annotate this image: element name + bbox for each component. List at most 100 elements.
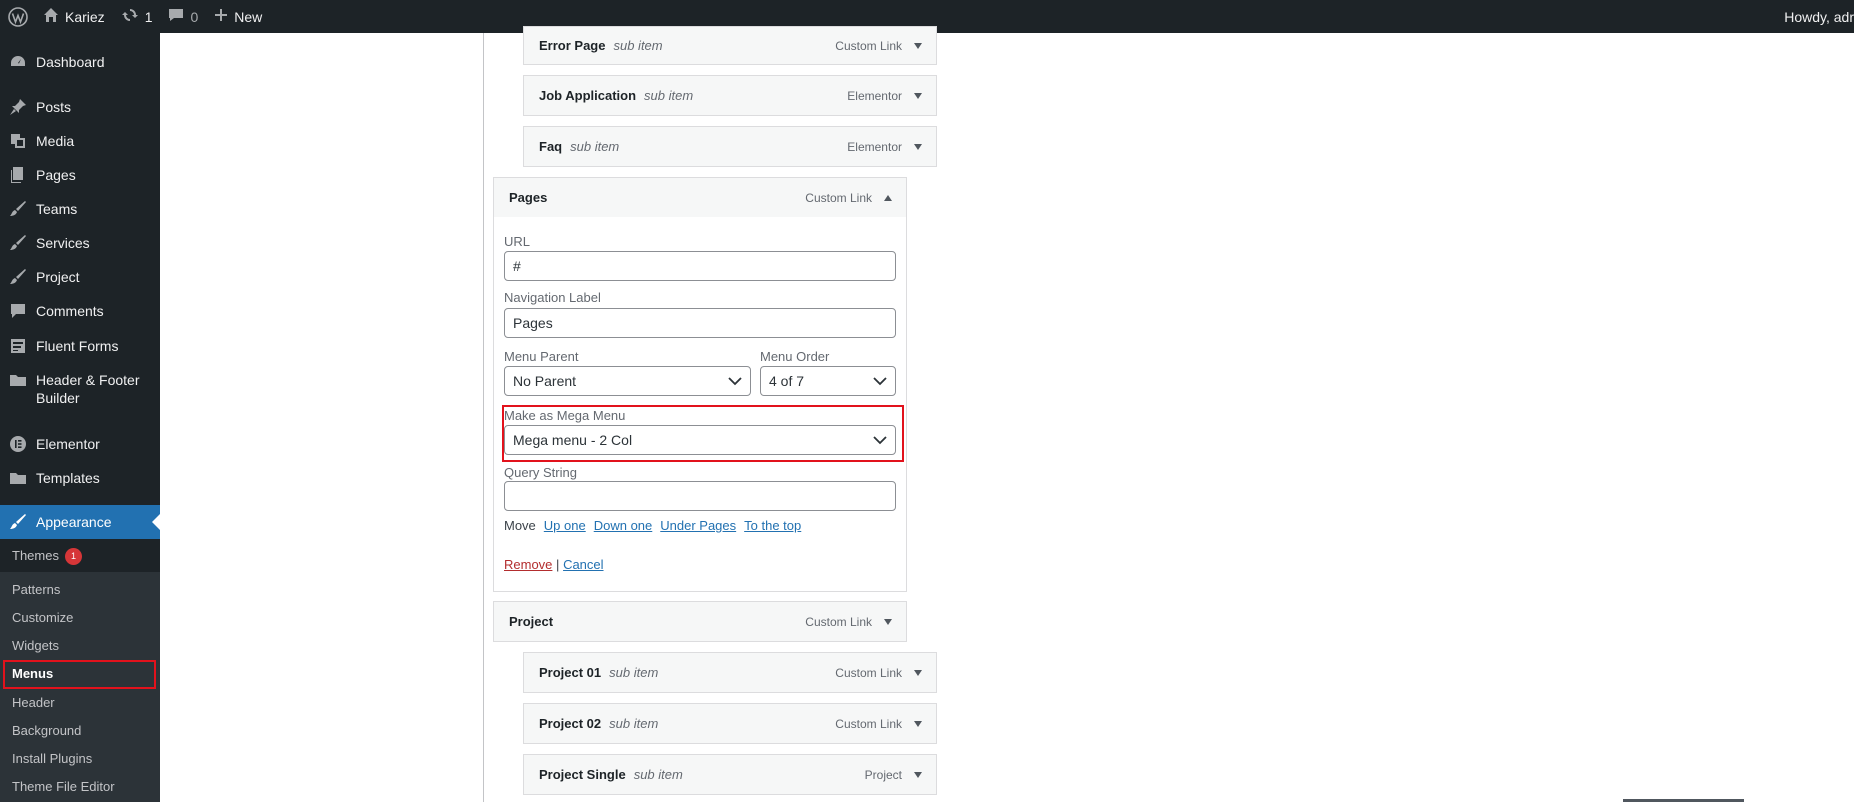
sidebar-item-label: Comments <box>36 303 104 319</box>
forms-icon <box>0 337 36 355</box>
submenu-item-label: Install Plugins <box>12 751 93 766</box>
menu-item-project-single[interactable]: Project Single sub item Project <box>523 754 937 795</box>
submenu-item-themes[interactable]: Themes 1 <box>12 547 82 565</box>
sidebar-item-pages[interactable]: Pages <box>0 166 160 184</box>
site-name-link[interactable]: Kariez <box>35 0 113 33</box>
submenu-item-theme-file-editor[interactable]: Theme File Editor <box>12 778 115 796</box>
sidebar-item-templates[interactable]: Templates <box>0 469 160 487</box>
move-to-top-link[interactable]: To the top <box>744 518 801 533</box>
move-under-pages-link[interactable]: Under Pages <box>660 518 736 533</box>
query-string-input[interactable] <box>504 481 896 511</box>
sidebar-item-dashboard[interactable]: Dashboard <box>0 53 160 71</box>
howdy-text: Howdy, adr <box>1784 8 1854 25</box>
sidebar-item-label: Appearance <box>36 514 112 530</box>
url-label: URL <box>504 234 531 249</box>
menus-highlight-box <box>3 660 156 689</box>
menu-item-sub-label: sub item <box>613 38 663 53</box>
expand-toggle-icon[interactable] <box>884 618 892 625</box>
sidebar-item-appearance[interactable]: Appearance <box>0 505 160 539</box>
remove-link[interactable]: Remove <box>504 557 552 572</box>
updates-count: 1 <box>144 8 153 25</box>
new-content-link[interactable]: New <box>206 0 270 33</box>
submenu-item-header[interactable]: Header <box>12 694 55 712</box>
url-value: # <box>513 258 521 274</box>
submenu-item-patterns[interactable]: Patterns <box>12 581 60 599</box>
comments-count: 0 <box>190 8 199 25</box>
menu-item-type: Project <box>864 767 902 782</box>
pages-icon <box>0 166 36 184</box>
expand-toggle-icon[interactable] <box>914 720 922 727</box>
expand-toggle-icon[interactable] <box>914 143 922 150</box>
comment-icon <box>0 302 36 320</box>
menu-item-faq[interactable]: Faq sub item Elementor <box>523 126 937 167</box>
submenu-item-widgets[interactable]: Widgets <box>12 637 59 655</box>
sidebar-item-label: Header & Footer Builder <box>36 372 140 406</box>
current-menu-arrow <box>152 514 160 530</box>
sidebar-item-project[interactable]: Project <box>0 268 160 286</box>
move-down-one-link[interactable]: Down one <box>594 518 653 533</box>
refresh-icon <box>121 7 139 26</box>
menu-order-value: 4 of 7 <box>769 373 805 389</box>
folder-icon <box>0 371 36 389</box>
menu-item-title: Project <box>509 614 554 629</box>
menu-order-select[interactable]: 4 of 7 <box>760 366 896 396</box>
menu-item-project[interactable]: Project Custom Link <box>493 601 907 642</box>
wordpress-logo-icon[interactable] <box>0 0 35 33</box>
submenu-item-customize[interactable]: Customize <box>12 609 73 627</box>
expand-toggle-icon[interactable] <box>914 42 922 49</box>
sidebar-item-comments[interactable]: Comments <box>0 302 160 320</box>
expand-toggle-icon[interactable] <box>914 669 922 676</box>
sidebar-item-media[interactable]: Media <box>0 132 160 150</box>
sidebar-item-posts[interactable]: Posts <box>0 98 160 116</box>
sidebar-item-teams[interactable]: Teams <box>0 200 160 218</box>
menu-item-project-02[interactable]: Project 02 sub item Custom Link <box>523 703 937 744</box>
menu-parent-select[interactable]: No Parent <box>504 366 751 396</box>
menu-item-type: Custom Link <box>835 665 902 680</box>
collapse-toggle-icon[interactable] <box>884 194 892 201</box>
comments-link[interactable]: 0 <box>160 0 206 33</box>
admin-sidebar: Dashboard Posts Media Pages Teams Servic… <box>0 33 160 802</box>
submenu-item-background[interactable]: Background <box>12 722 81 740</box>
expand-toggle-icon[interactable] <box>914 92 922 99</box>
menu-item-error-page[interactable]: Error Page sub item Custom Link <box>523 26 937 65</box>
url-input[interactable]: # <box>504 251 896 281</box>
move-up-one-link[interactable]: Up one <box>544 518 586 533</box>
item-actions-row: Remove | Cancel <box>504 557 604 572</box>
navigation-label-input[interactable]: Pages <box>504 308 896 338</box>
menu-order-label: Menu Order <box>760 349 830 364</box>
menu-item-sub-label: sub item <box>633 767 683 782</box>
updates-link[interactable]: 1 <box>113 0 161 33</box>
home-icon <box>43 7 59 26</box>
chevron-down-icon <box>728 373 742 389</box>
menu-item-pages[interactable]: Pages Custom Link <box>493 177 907 218</box>
menu-item-title: Pages <box>509 190 548 205</box>
move-links-row: Move Up one Down one Under Pages To the … <box>504 518 801 533</box>
sidebar-item-label: Project <box>36 269 80 285</box>
submenu-item-label: Theme File Editor <box>12 779 115 794</box>
sidebar-item-label: Services <box>36 235 90 251</box>
brush-icon <box>0 268 36 286</box>
navigation-label-label: Navigation Label <box>504 290 601 305</box>
sidebar-item-elementor[interactable]: Elementor <box>0 435 160 453</box>
sidebar-item-label: Templates <box>36 470 100 486</box>
expand-toggle-icon[interactable] <box>914 771 922 778</box>
submenu-item-install-plugins[interactable]: Install Plugins <box>12 750 92 768</box>
menu-item-title: Project Single <box>539 767 626 782</box>
mega-menu-highlight-box <box>502 405 904 462</box>
sidebar-item-services[interactable]: Services <box>0 234 160 252</box>
cancel-link[interactable]: Cancel <box>563 557 603 572</box>
menu-item-type: Custom Link <box>835 38 902 53</box>
media-icon <box>0 132 36 150</box>
brush-icon <box>0 200 36 218</box>
menu-item-project-01[interactable]: Project 01 sub item Custom Link <box>523 652 937 693</box>
query-string-label: Query String <box>504 465 577 480</box>
sidebar-item-fluent-forms[interactable]: Fluent Forms <box>0 337 160 355</box>
action-separator: | <box>556 557 560 572</box>
submenu-item-label: Background <box>12 723 82 738</box>
account-menu[interactable]: Howdy, adr <box>1784 0 1854 33</box>
pin-icon <box>0 98 36 116</box>
menu-parent-value: No Parent <box>513 373 577 389</box>
menu-item-job-application[interactable]: Job Application sub item Elementor <box>523 75 937 116</box>
sidebar-item-header-footer-builder[interactable]: Header & Footer Builder <box>0 371 160 407</box>
menu-item-type: Elementor <box>847 139 902 154</box>
